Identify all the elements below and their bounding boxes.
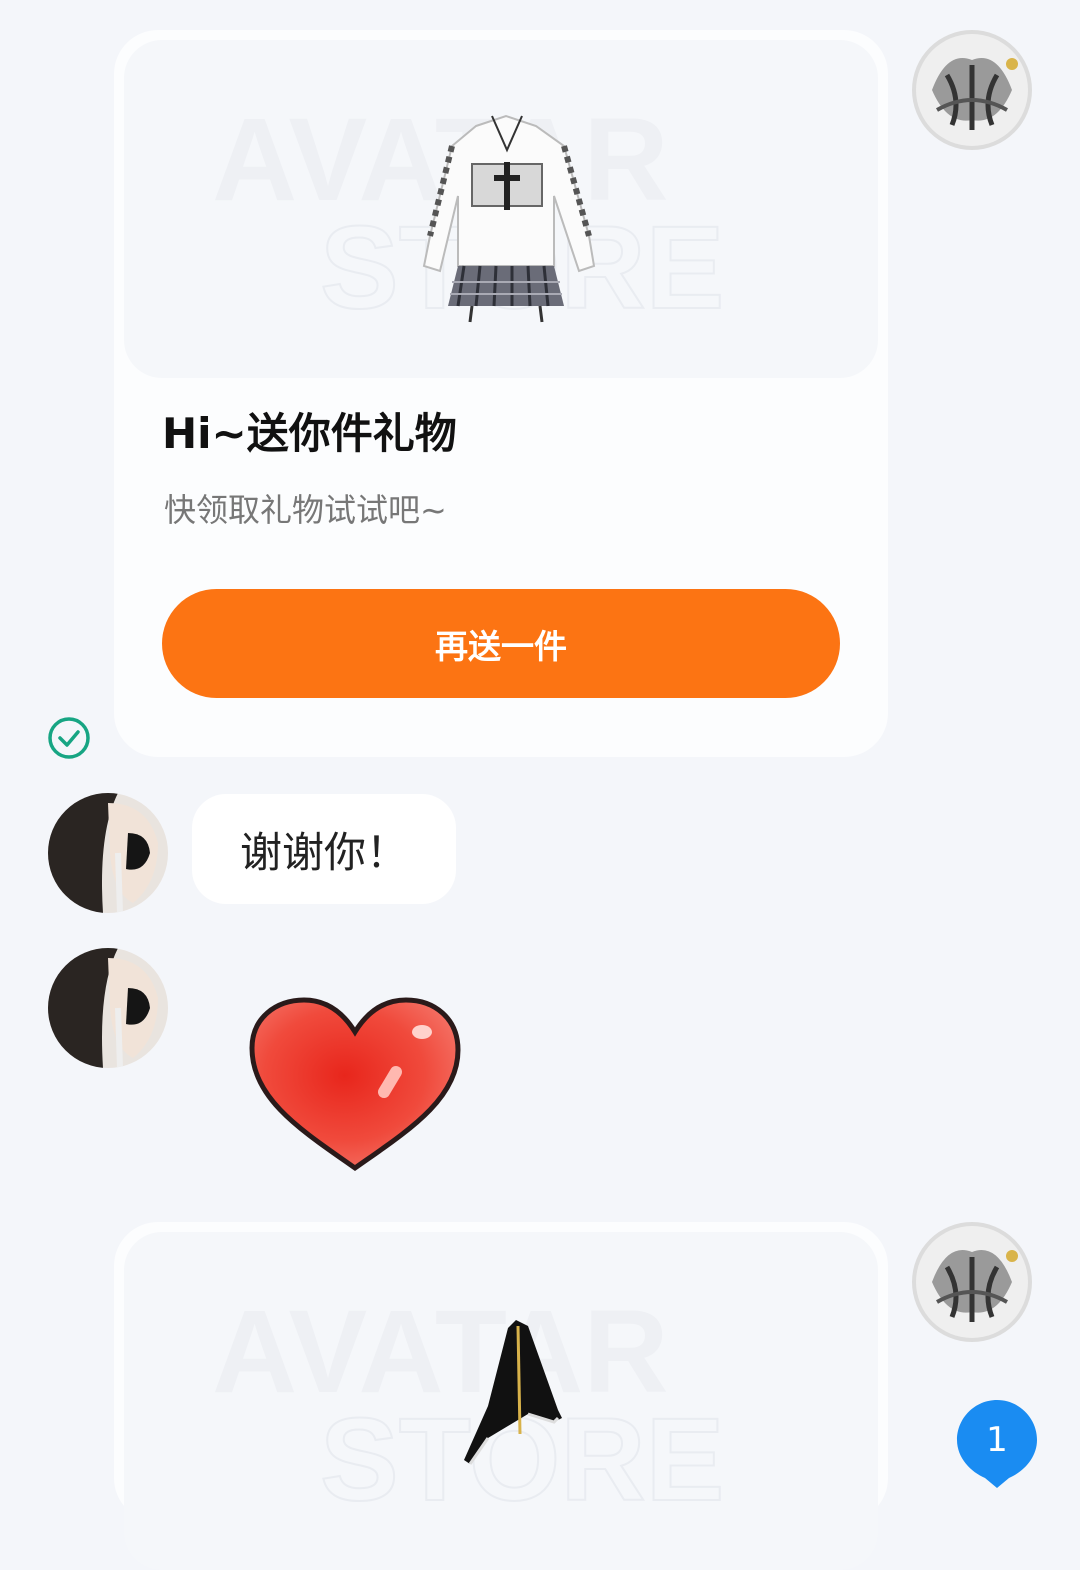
avatar-image (48, 793, 168, 913)
message-bubble[interactable]: 谢谢你！ (192, 794, 456, 904)
avatar-image (48, 948, 168, 1068)
heart-sticker-icon[interactable] (244, 992, 466, 1178)
contact-avatar[interactable] (48, 793, 168, 913)
delivered-check-icon (48, 717, 90, 759)
my-avatar[interactable] (912, 1222, 1032, 1342)
avatar-image (912, 1222, 1032, 1342)
gift-image-area[interactable]: AVATAR STORE (124, 40, 878, 378)
black-cape-icon (464, 1320, 562, 1465)
gift-card[interactable]: AVATAR STORE (114, 1222, 888, 1570)
avatar-image (912, 30, 1032, 150)
gift-image-area[interactable]: AVATAR STORE (124, 1232, 878, 1570)
my-avatar[interactable] (912, 30, 1032, 150)
gift-card[interactable]: AVATAR STORE Hi~送你件礼物 快领取礼物试试吧~ 再送一件 (114, 30, 888, 757)
contact-avatar[interactable] (48, 948, 168, 1068)
unread-count[interactable]: 1 (955, 1398, 1039, 1482)
sweater-skirt-outfit-icon (422, 114, 596, 323)
send-another-button[interactable]: 再送一件 (162, 589, 840, 698)
gift-card-title: Hi~送你件礼物 (162, 409, 457, 458)
gift-card-subtitle: 快领取礼物试试吧~ (164, 491, 447, 529)
